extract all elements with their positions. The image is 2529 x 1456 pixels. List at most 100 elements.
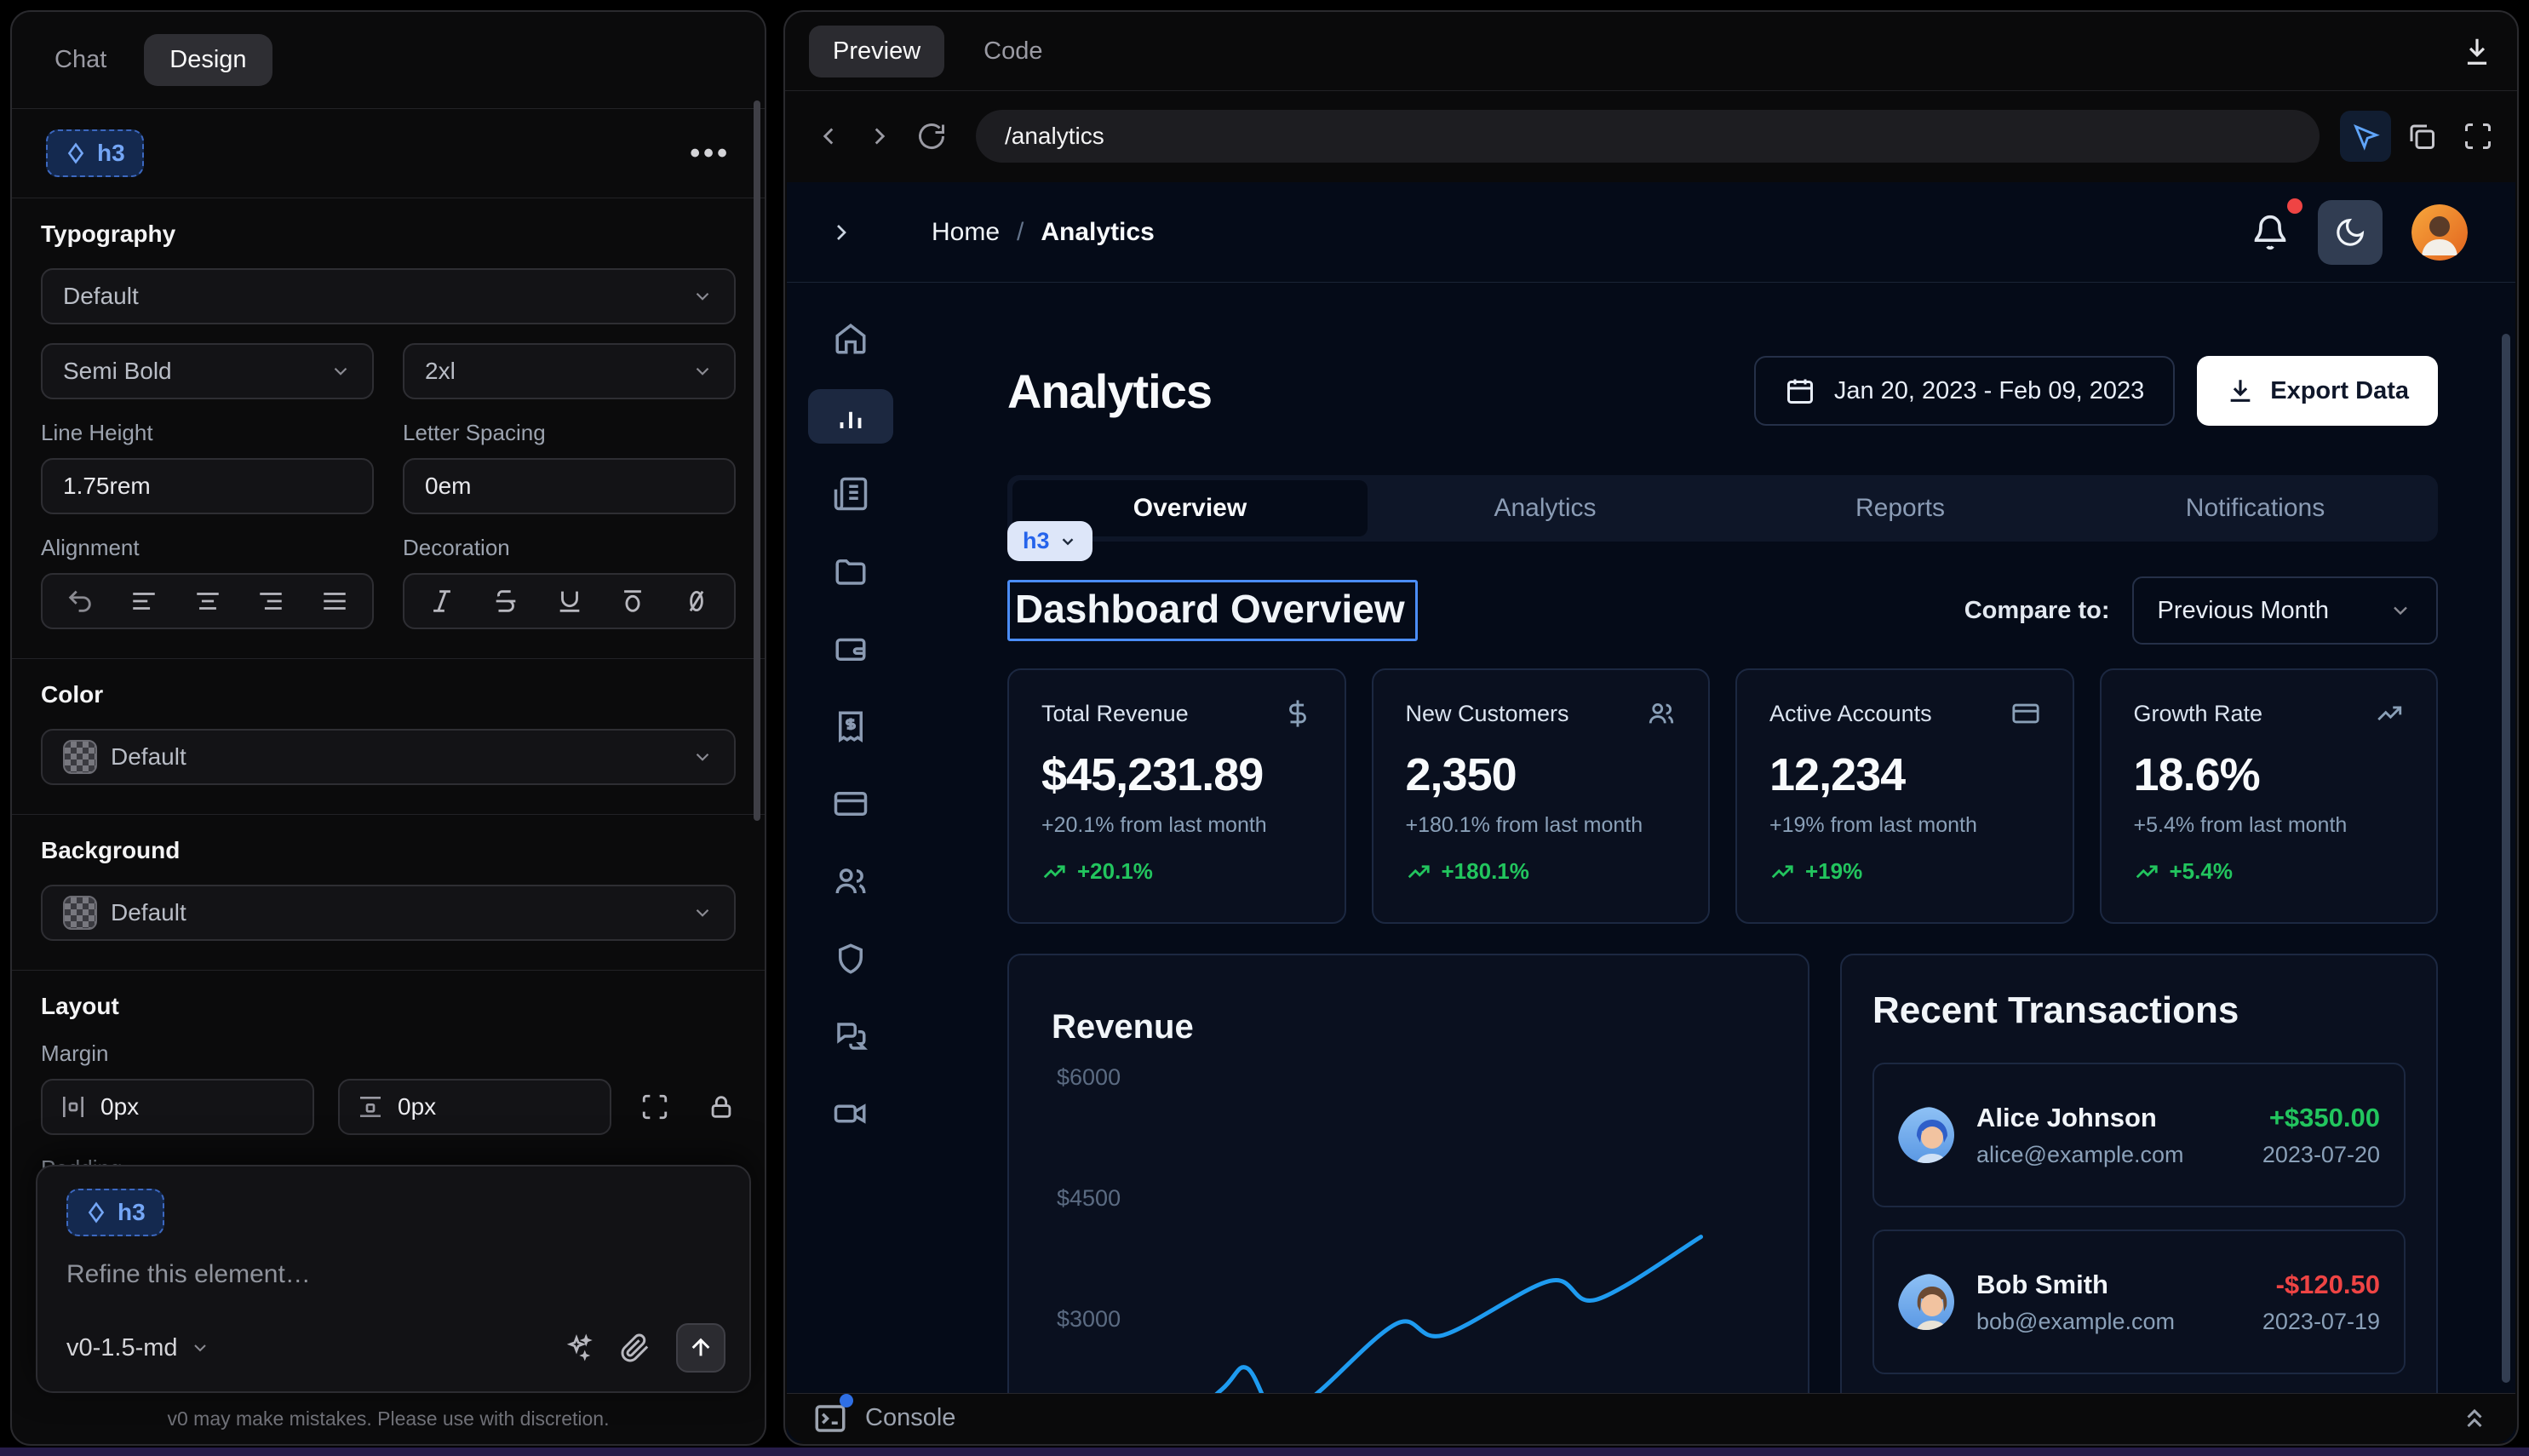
stat-card-active-accounts[interactable]: Active Accounts 12,234 +19% from last mo…: [1735, 668, 2074, 924]
sidebar-item-files[interactable]: [808, 544, 893, 599]
fullscreen-icon[interactable]: [2452, 121, 2503, 152]
credit-card-icon: [2011, 699, 2040, 728]
font-weight-select[interactable]: Semi Bold: [41, 343, 374, 399]
selection-tag-chip[interactable]: h3: [1007, 521, 1092, 561]
inspect-cursor-button[interactable]: [2340, 111, 2391, 162]
decoration-group: [403, 573, 736, 629]
sidebar-expand-icon[interactable]: [828, 219, 855, 246]
letter-spacing-input[interactable]: 0em: [403, 458, 736, 514]
sidebar-item-cards[interactable]: [808, 777, 893, 831]
sidebar-item-video[interactable]: [808, 1086, 893, 1141]
tab-analytics[interactable]: Analytics: [1368, 480, 1723, 536]
layout-title: Layout: [41, 993, 736, 1020]
chat-input[interactable]: Refine this element…: [66, 1260, 720, 1289]
background-swatch-icon: [63, 896, 97, 930]
send-button[interactable]: [676, 1323, 725, 1373]
selection-outline[interactable]: Dashboard Overview: [1007, 580, 1418, 641]
margin-y-input[interactable]: 0px: [338, 1079, 611, 1135]
refresh-icon[interactable]: [908, 121, 955, 152]
undo-align-icon[interactable]: [61, 587, 99, 616]
download-icon[interactable]: [2461, 35, 2493, 67]
align-left-icon[interactable]: [125, 587, 163, 616]
chevron-down-icon: [691, 902, 714, 924]
stat-trend-value: +5.4%: [2170, 858, 2233, 885]
preview-scrollbar[interactable]: [2502, 334, 2510, 1383]
transaction-row[interactable]: Alice Johnson alice@example.com +$350.00…: [1872, 1063, 2406, 1207]
color-section: Color Default: [12, 659, 765, 814]
sidebar-item-security[interactable]: [808, 931, 893, 986]
margin-x-input[interactable]: 0px: [41, 1079, 314, 1135]
color-select[interactable]: Default: [41, 729, 736, 785]
disclaimer-text: v0 may make mistakes. Please use with di…: [12, 1407, 765, 1430]
chevron-down-icon: [691, 360, 714, 382]
sidebar-item-messages[interactable]: [808, 1009, 893, 1063]
align-right-icon[interactable]: [252, 587, 290, 616]
sidebar-item-users[interactable]: [808, 854, 893, 909]
sparkles-icon[interactable]: [564, 1333, 594, 1363]
tab-notifications[interactable]: Notifications: [2078, 480, 2433, 536]
sidebar-item-news[interactable]: [808, 467, 893, 521]
italic-icon[interactable]: [423, 587, 461, 616]
font-size-select[interactable]: 2xl: [403, 343, 736, 399]
tab-reports[interactable]: Reports: [1723, 480, 2078, 536]
tab-preview[interactable]: Preview: [809, 26, 944, 77]
color-value: Default: [111, 743, 678, 771]
notifications-bell-button[interactable]: [2251, 214, 2289, 251]
console-bar: Console: [787, 1393, 2515, 1442]
moon-icon: [2334, 216, 2366, 249]
export-data-button[interactable]: Export Data: [2197, 356, 2438, 426]
chevrons-up-icon[interactable]: [2459, 1403, 2490, 1434]
design-panel-scrollbar[interactable]: [754, 100, 760, 821]
font-family-select[interactable]: Default: [41, 268, 736, 324]
back-icon[interactable]: [806, 122, 852, 151]
url-input[interactable]: /analytics: [976, 110, 2320, 163]
tab-code[interactable]: Code: [973, 26, 1052, 77]
chat-element-badge[interactable]: h3: [66, 1189, 164, 1236]
underline-icon[interactable]: [551, 587, 588, 616]
tab-chat[interactable]: Chat: [46, 34, 115, 86]
folder-icon: [833, 553, 869, 589]
sidebar-item-analytics[interactable]: [808, 389, 893, 444]
sidebar-item-receipts[interactable]: [808, 699, 893, 754]
date-range-button[interactable]: Jan 20, 2023 - Feb 09, 2023: [1754, 356, 2175, 426]
forward-icon[interactable]: [857, 122, 903, 151]
chevron-down-icon: [190, 1338, 210, 1358]
align-center-icon[interactable]: [189, 587, 227, 616]
strikethrough-icon[interactable]: [487, 587, 525, 616]
no-decoration-icon[interactable]: [678, 587, 715, 616]
theme-toggle-button[interactable]: [2318, 200, 2383, 265]
arrow-up-icon: [687, 1334, 714, 1361]
compare-select[interactable]: Previous Month: [2132, 576, 2439, 645]
receipt-icon: [833, 708, 869, 744]
margin-expand-icon[interactable]: [640, 1092, 669, 1121]
copy-icon[interactable]: [2396, 121, 2447, 152]
calendar-icon: [1785, 375, 1815, 406]
transaction-amount: +$350.00: [2262, 1103, 2380, 1133]
stat-card-new-customers[interactable]: New Customers 2,350 +180.1% from last mo…: [1372, 668, 1711, 924]
line-height-input[interactable]: 1.75rem: [41, 458, 374, 514]
sidebar-item-wallet[interactable]: [808, 622, 893, 676]
selected-element-badge[interactable]: h3: [46, 129, 144, 177]
paperclip-icon[interactable]: [620, 1333, 651, 1363]
stat-card-growth-rate[interactable]: Growth Rate 18.6% +5.4% from last month …: [2100, 668, 2439, 924]
margin-lock-icon[interactable]: [707, 1092, 736, 1121]
model-select[interactable]: v0-1.5-md: [66, 1334, 210, 1362]
credit-card-icon: [833, 786, 869, 822]
chevron-down-icon: [691, 746, 714, 768]
element-menu-button[interactable]: •••: [690, 137, 731, 170]
stat-card-total-revenue[interactable]: Total Revenue $45,231.89 +20.1% from las…: [1007, 668, 1346, 924]
transaction-row[interactable]: Bob Smith bob@example.com -$120.50 2023-…: [1872, 1230, 2406, 1374]
sidebar-item-home[interactable]: [808, 312, 893, 366]
overline-icon[interactable]: [614, 587, 651, 616]
breadcrumb-home[interactable]: Home: [932, 218, 1000, 247]
background-select[interactable]: Default: [41, 885, 736, 941]
user-avatar[interactable]: [2411, 204, 2468, 261]
messages-icon: [833, 1018, 869, 1054]
chevron-down-icon: [1058, 532, 1077, 551]
tab-design[interactable]: Design: [144, 34, 272, 86]
align-justify-icon[interactable]: [316, 587, 353, 616]
avatar: [1898, 1107, 1954, 1163]
newspaper-icon: [833, 476, 869, 512]
margin-vertical-icon: [357, 1093, 384, 1121]
stat-value: 2,350: [1406, 748, 1677, 801]
